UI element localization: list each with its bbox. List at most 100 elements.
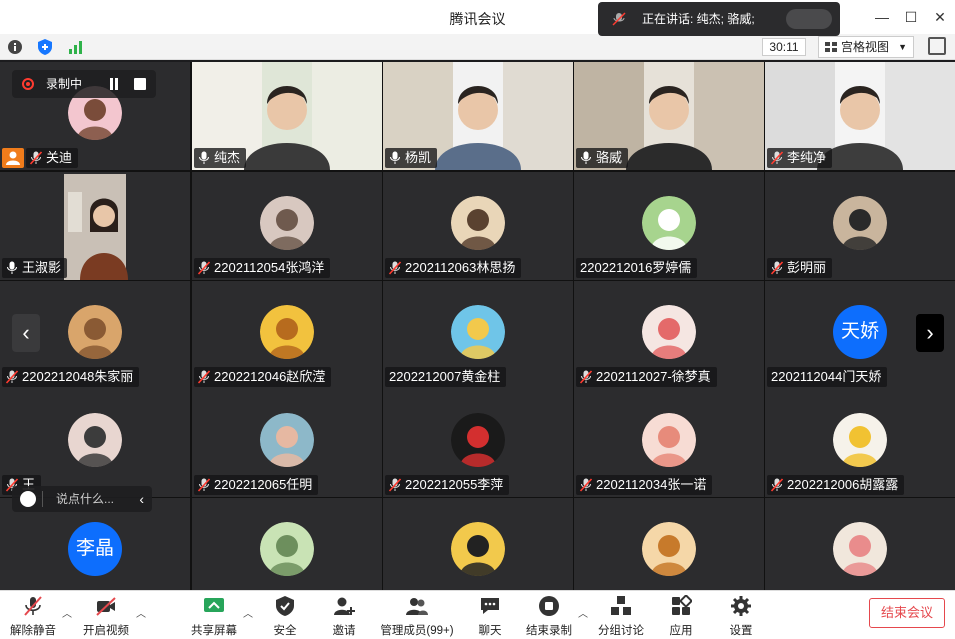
unmute-button[interactable]: 解除静音 (10, 595, 56, 639)
toolbar-label: 管理成员(99+) (380, 625, 454, 637)
participant-tile[interactable]: 2202112054张鸿洋 (192, 172, 382, 280)
next-page-arrow[interactable]: › (916, 314, 944, 352)
participant-tile[interactable]: 2202112063林思扬 (383, 172, 573, 280)
invite-button[interactable]: 邀请 (326, 595, 362, 639)
participant-tile[interactable]: 2202212046赵欣滢 (192, 281, 382, 389)
toolbar-label: 应用 (669, 625, 693, 637)
chevron-up-icon[interactable]: ︿ (62, 605, 72, 620)
avatar (642, 196, 696, 250)
chat-input[interactable]: 说点什么... (56, 492, 114, 506)
participant-name-label: 2202212016罗婷儒 (576, 258, 698, 278)
toolbar-label: 共享屏幕 (191, 625, 237, 637)
speaking-indicator: 正在讲话: 纯杰; 骆威; (598, 2, 840, 36)
participant-name-label: 2202212048朱家丽 (2, 367, 140, 387)
participant-tile[interactable]: 2202212065任明 (192, 389, 382, 497)
avatar (451, 305, 505, 359)
participant-name: 2202212065任明 (214, 477, 313, 492)
participant-tile[interactable]: 骆威 (574, 62, 764, 170)
gear-icon (731, 596, 751, 616)
participant-name: 2202212055李萍 (405, 477, 504, 492)
view-mode-dropdown[interactable]: 宫格视图 ▼ (818, 36, 914, 58)
chevron-up-icon[interactable]: ︿ (578, 605, 588, 620)
participant-tile[interactable]: 李纯净 (765, 62, 955, 170)
meeting-timer: 30:11 (762, 38, 806, 56)
start-video-button[interactable]: 开启视频 (82, 595, 130, 639)
quick-chat-box[interactable]: 说点什么... ‹ (12, 486, 152, 512)
avatar: 天娇 (833, 305, 887, 359)
participant-tile[interactable]: 2202212055李萍 (383, 389, 573, 497)
participant-tile[interactable]: 彭明丽 (765, 172, 955, 280)
mic-muted-icon (198, 261, 210, 275)
participant-tile[interactable]: 王淑影 (0, 172, 190, 280)
stop-recording-button[interactable]: 结束录制 (524, 595, 574, 639)
settings-button[interactable]: 设置 (724, 595, 758, 639)
apps-button[interactable]: 应用 (664, 595, 698, 639)
host-badge-icon (2, 148, 24, 168)
chat-icon (481, 598, 499, 614)
participant-name-label: 2202112054张鸿洋 (194, 258, 331, 278)
record-dot-icon (22, 78, 34, 90)
participant-name-label: 2202212055李萍 (385, 475, 510, 495)
participant-tile[interactable]: 2202212006胡露露 (765, 389, 955, 497)
prev-page-arrow[interactable]: ‹ (12, 314, 40, 352)
fullscreen-icon[interactable] (928, 37, 946, 55)
minimize-button[interactable]: — (872, 7, 892, 27)
participant-name: 2202212007黄金柱 (389, 369, 501, 384)
speaking-text: 正在讲话: 纯杰; 骆威; (642, 12, 755, 26)
participant-name-label: 彭明丽 (767, 258, 833, 278)
participant-tile[interactable]: 王 (0, 389, 190, 497)
participant-tile[interactable]: 2202112034张一诺 (574, 389, 764, 497)
security-shield-icon[interactable] (36, 38, 54, 56)
pause-icon[interactable] (108, 78, 120, 90)
participant-name-label: 王淑影 (2, 258, 68, 278)
security-button[interactable]: 安全 (268, 595, 302, 639)
share-screen-button[interactable]: 共享屏幕 (190, 595, 238, 639)
participant-name-label: 纯杰 (194, 148, 247, 168)
participant-tile[interactable]: 2202212016罗婷儒 (574, 172, 764, 280)
avatar (833, 522, 887, 576)
mic-icon (390, 151, 400, 164)
mic-icon (199, 151, 209, 164)
participant-tile[interactable]: 2202112027-徐梦真 (574, 281, 764, 389)
mic-icon (7, 261, 17, 274)
avatar (260, 522, 314, 576)
avatar (833, 196, 887, 250)
stop-icon[interactable] (134, 78, 146, 90)
avatar (642, 305, 696, 359)
recording-bar: 录制中 (12, 70, 156, 98)
participant-tile[interactable]: 2202212007黄金柱 (383, 281, 573, 389)
mic-muted-icon (612, 12, 626, 26)
info-icon[interactable] (6, 38, 24, 56)
chevron-down-icon: ▼ (898, 42, 907, 52)
avatar (68, 413, 122, 467)
participant-name: 2202212016罗婷儒 (580, 260, 692, 275)
mic-muted-icon (389, 261, 401, 275)
participant-name-label: 2202112063林思扬 (385, 258, 522, 278)
participant-name: 王淑影 (22, 260, 62, 275)
end-meeting-button[interactable]: 结束会议 (869, 598, 945, 628)
maximize-button[interactable]: ☐ (901, 7, 921, 27)
mic-muted-icon (771, 261, 783, 275)
manage-members-button[interactable]: 管理成员(99+) (378, 595, 456, 639)
participant-name: 2202112027-徐梦真 (596, 369, 711, 384)
signal-icon[interactable] (67, 38, 85, 56)
participant-name: 2202112054张鸿洋 (214, 260, 325, 275)
participant-name: 2202212006胡露露 (787, 477, 899, 492)
chat-button[interactable]: 聊天 (472, 595, 508, 639)
bottom-toolbar: 解除静音 开启视频 共享屏幕 安全 邀请 管理成员(99+) 聊天 结束录制 分组讨论 应用 设置 ︿… (0, 590, 955, 639)
participant-tile[interactable]: 杨凯 (383, 62, 573, 170)
mic-muted-icon (771, 151, 783, 165)
participant-tile[interactable]: 纯杰 (192, 62, 382, 170)
participant-name-label: 2202212065任明 (194, 475, 319, 495)
avatar (833, 413, 887, 467)
close-button[interactable]: ✕ (930, 7, 950, 27)
chevron-up-icon[interactable]: ︿ (136, 605, 146, 620)
chevron-up-icon[interactable]: ︿ (243, 605, 253, 620)
mic-muted-icon (198, 478, 210, 492)
mic-muted-icon (580, 478, 592, 492)
breakout-rooms-button[interactable]: 分组讨论 (596, 595, 646, 639)
mic-muted-icon (389, 478, 401, 492)
chevron-left-icon[interactable]: ‹ (139, 486, 144, 512)
emoji-icon[interactable] (20, 491, 36, 507)
avatar (260, 196, 314, 250)
